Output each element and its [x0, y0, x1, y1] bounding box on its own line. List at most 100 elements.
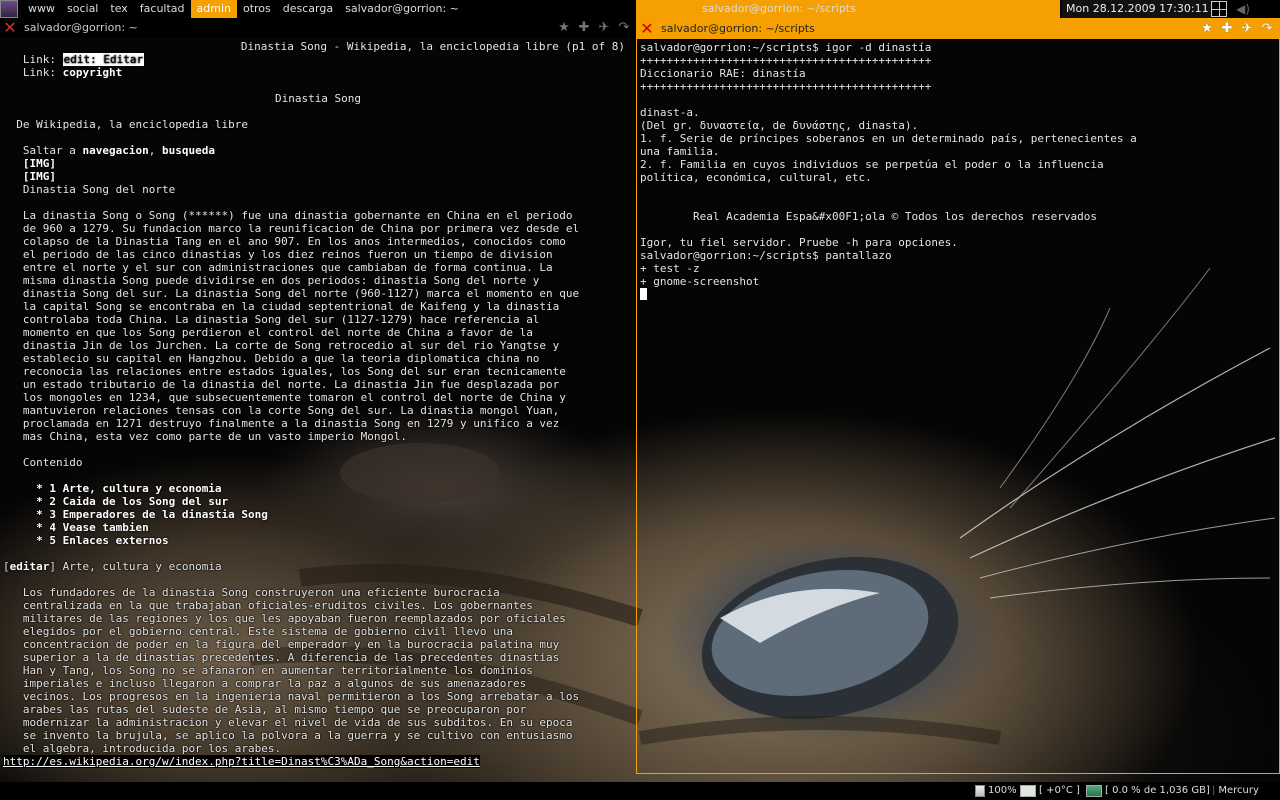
paragraph-line: La dinastia Song o Song (******) fue una…	[22, 209, 573, 222]
toc-item[interactable]: * 1 Arte, cultura y economia	[36, 482, 221, 495]
link1-label: Link:	[22, 53, 56, 66]
terminal-line: Diccionario RAE: dinastía	[640, 67, 806, 80]
paragraph-line: imperiales e incluso llegaron a comprar …	[22, 677, 527, 690]
paragraph-line: superior a la de dinastias precedentes. …	[22, 651, 560, 664]
tag-otros[interactable]: otros	[237, 0, 277, 18]
temperature-value: [ +0°C ]	[1039, 785, 1080, 796]
paragraph-line: momento en que los Song perdieron el con…	[22, 326, 533, 339]
terminal-line: Real Academia Espa&#x00F1;ola © Todos lo…	[640, 210, 1097, 223]
disk-icon	[1086, 785, 1102, 797]
left-window-titlebar[interactable]: ✕ salvador@gorrion: ~ ★ ✚ ✈ ↷	[0, 18, 636, 38]
page-title: Dinastia Song	[274, 92, 362, 105]
paragraph-line: mantuvieron relaciones tensas con la cor…	[22, 404, 560, 417]
volume-icon[interactable]: ◀)	[1236, 2, 1250, 16]
ontop-icon[interactable]: ✚	[576, 20, 592, 36]
toc-item[interactable]: * 3 Emperadores de la dinastia Song	[36, 508, 268, 521]
terminal-line: 1. f. Serie de príncipes soberanos en un…	[640, 132, 1137, 145]
layout-tile-icon[interactable]	[1211, 1, 1227, 17]
app-name[interactable]: Mercury	[1218, 782, 1259, 800]
tag-admin[interactable]: admin	[190, 0, 237, 18]
browser-text-view[interactable]: Dinastia Song - Wikipedia, la encicloped…	[0, 40, 636, 774]
left-terminal-window[interactable]: ✕ salvador@gorrion: ~ ★ ✚ ✈ ↷ Dinastia S…	[0, 18, 636, 774]
terminal-line: Igor, tu fiel servidor. Pruebe -h para o…	[640, 236, 958, 249]
toc-item[interactable]: * 2 Caida de los Song del sur	[36, 495, 228, 508]
paragraph-line: se invento la brujula, se aplico la polv…	[22, 729, 573, 742]
link-copyright[interactable]: copyright	[63, 66, 123, 79]
right-window-titlebar[interactable]: ✕ salvador@gorrion: ~/scripts ★ ✚ ✈ ↷	[637, 19, 1279, 39]
right-window-title: salvador@gorrion: ~/scripts	[661, 22, 815, 35]
terminal-line: (Del gr. δυναστεία, de δυνάστης, dinasta…	[640, 119, 919, 132]
paragraph-line: entre el norte y el sur con administraci…	[22, 261, 553, 274]
paragraph-line: controlaba toda China. La dinastia Song …	[22, 313, 540, 326]
floating-icon[interactable]: ✈	[1239, 21, 1255, 37]
paragraph-line: establecio su capital en Hangzhou. Debid…	[22, 352, 540, 365]
tag-facultad[interactable]: facultad	[134, 0, 191, 18]
terminal-line: + test -z	[640, 262, 700, 275]
image-placeholder[interactable]: [IMG]	[23, 157, 56, 170]
terminal-line: una familia.	[640, 145, 720, 158]
terminal-line: dinast-a.	[640, 106, 700, 119]
link2-label: Link:	[22, 66, 56, 79]
paragraph-line: centralizada en la que trabajaban oficia…	[22, 599, 533, 612]
table-of-contents: * 1 Arte, cultura y economia * 2 Caida d…	[3, 482, 633, 547]
paragraph-line: colapso de la Dinastia Tang en el ano 90…	[22, 235, 566, 248]
disk-usage: [ 0.0 % de 1,036 GB]	[1105, 785, 1210, 796]
link-navegacion[interactable]: navegacion	[82, 144, 148, 157]
paragraph-line: arabes las rutas del sudeste de Asia, al…	[22, 703, 527, 716]
right-terminal-window[interactable]: ✕ salvador@gorrion: ~/scripts ★ ✚ ✈ ↷ sa…	[636, 18, 1280, 774]
paragraph-line: vecinos. Los progresos en la ingenieria …	[22, 690, 580, 703]
article-paragraph: La dinastia Song o Song (******) fue una…	[3, 209, 633, 443]
battery-icon	[975, 785, 985, 797]
toc-item[interactable]: * 4 Vease tambien	[36, 521, 149, 534]
paragraph-line: mas China, esta vez como parte de un vas…	[22, 430, 407, 443]
tag-www[interactable]: www	[22, 0, 61, 18]
tag-descarga[interactable]: descarga	[277, 0, 339, 18]
paragraph-line: modernizar la administracion y elevar el…	[22, 716, 573, 729]
section-edit-link[interactable]: editar	[10, 560, 50, 573]
paragraph-line: militares de las regiones y los que les …	[22, 612, 566, 625]
floating-icon[interactable]: ✈	[596, 20, 612, 36]
sticky-icon[interactable]: ★	[1199, 21, 1215, 37]
tag-social[interactable]: social	[61, 0, 104, 18]
toc-item[interactable]: * 5 Enlaces externos	[36, 534, 168, 547]
paragraph-line: Han y Tang, los Song no se afanaron en a…	[22, 664, 533, 677]
focused-task-title[interactable]: salvador@gorrion: ~/scripts	[698, 0, 860, 18]
terminal-output[interactable]: salvador@gorrion:~/scripts$ igor -d dina…	[637, 41, 1279, 773]
app-widget[interactable]: | Mercury	[1212, 782, 1259, 800]
terminal-line: salvador@gorrion:~/scripts$ pantallazo	[640, 249, 892, 262]
link-busqueda[interactable]: busqueda	[162, 144, 215, 157]
ontop-icon[interactable]: ✚	[1219, 21, 1235, 37]
page-subtitle: De Wikipedia, la enciclopedia libre	[16, 118, 249, 131]
paragraph-line: elegidos por el gobierno central. Este s…	[22, 625, 513, 638]
paragraph-line: los mongoles en 1234, que subsecuentemen…	[22, 391, 566, 404]
paragraph-line: el algebra, introducida por los arabes.	[22, 742, 282, 755]
terminal-cursor	[640, 288, 647, 300]
page-header: Dinastia Song - Wikipedia, la encicloped…	[240, 40, 625, 53]
status-url: http://es.wikipedia.org/w/index.php?titl…	[3, 755, 480, 768]
maximize-icon[interactable]: ↷	[616, 20, 632, 36]
maximize-icon[interactable]: ↷	[1259, 21, 1275, 37]
close-icon[interactable]: ✕	[2, 20, 18, 36]
paragraph-line: proclamada en 1271 destruyo finalmente a…	[22, 417, 560, 430]
wm-logo-icon[interactable]	[0, 0, 18, 18]
link-edit[interactable]: edit: Editar	[62, 53, 145, 66]
close-icon[interactable]: ✕	[639, 21, 655, 37]
skip-separator: ,	[148, 144, 156, 157]
image-placeholder[interactable]: [IMG]	[23, 170, 56, 183]
terminal-line: 2. f. Familia en cuyos individuos se per…	[640, 158, 1104, 171]
terminal-line: ++++++++++++++++++++++++++++++++++++++++…	[640, 80, 932, 93]
paragraph-line: de 960 a 1279. Su fundacion marco la reu…	[22, 222, 580, 235]
battery-widget: 100%	[975, 782, 1017, 800]
paragraph-line: misma dinastia Song puede dividirse en d…	[22, 274, 540, 287]
clock: Mon 28.12.2009 17:30:11	[1062, 0, 1213, 18]
left-window-title: salvador@gorrion: ~	[24, 21, 138, 34]
tag-tex[interactable]: tex	[104, 0, 133, 18]
sticky-icon[interactable]: ★	[556, 20, 572, 36]
contents-title: Contenido	[22, 456, 83, 469]
left-task-title[interactable]: salvador@gorrion: ~	[339, 0, 465, 18]
bottom-panel: 100% [ +0°C ] [ 0.0 % de 1,036 GB] | Mer…	[0, 782, 1280, 800]
